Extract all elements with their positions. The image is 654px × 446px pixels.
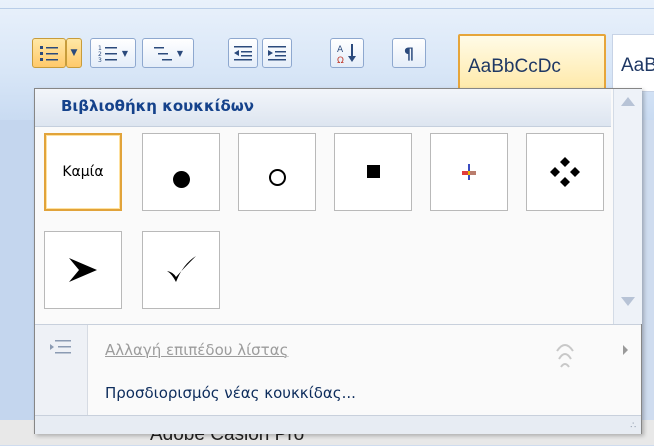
increase-indent-icon (268, 46, 286, 61)
menu-icon-column (35, 325, 88, 415)
bullets-button[interactable] (32, 38, 66, 68)
circle-bullet-icon (268, 168, 286, 186)
chevron-down-icon: ▼ (121, 48, 129, 58)
chevron-down-icon: ▼ (70, 48, 78, 58)
sort-button[interactable]: A Ω (330, 38, 364, 68)
bullet-none-label: Καμία (62, 164, 104, 180)
define-new-bullet-menu-item[interactable]: Προσδιορισμός νέας κουκκίδας... (105, 384, 356, 402)
style-preview-label: AaBbCcDc (468, 56, 561, 77)
bullet-option-square[interactable] (334, 133, 412, 211)
bullet-option-none[interactable]: Καμία (44, 133, 122, 211)
bullet-option-checkmark[interactable] (142, 231, 220, 309)
numbering-icon: 1 2 3 (98, 45, 117, 62)
multilevel-list-icon (153, 47, 172, 61)
resize-grip-icon[interactable]: ∴ (630, 421, 636, 431)
bullets-icon (40, 46, 58, 61)
change-list-level-menu-item[interactable]: Αλλαγή επιπέδου λίστας (105, 341, 288, 359)
style-normal[interactable]: AaBbCcDc (458, 34, 606, 92)
scroll-up-icon[interactable] (621, 97, 635, 106)
svg-text:3: 3 (98, 57, 102, 62)
pilcrow-icon: ¶ (403, 43, 415, 63)
submenu-arrow-icon (623, 345, 628, 355)
style-preview-label: AaB (621, 55, 654, 76)
resize-grip-bar[interactable]: ∴ (35, 415, 641, 434)
menu-separator (35, 324, 641, 325)
scroll-down-icon[interactable] (621, 297, 635, 306)
popup-title: Βιβλιοθήκη κουκκίδων (61, 97, 255, 115)
disc-bullet-icon (172, 170, 190, 188)
bullets-dropdown-button[interactable]: ▼ (66, 38, 82, 68)
gallery-scrollbar[interactable] (613, 89, 642, 324)
decrease-indent-button[interactable] (228, 38, 258, 68)
color-cross-bullet-icon (462, 164, 476, 180)
increase-indent-button[interactable] (262, 38, 292, 68)
bullet-library-popup: Βιβλιοθήκη κουκκίδων Καμία Αλλαγή επιπέδ… (34, 88, 642, 434)
bullet-option-color-cross[interactable] (430, 133, 508, 211)
bullet-option-diamond-cluster[interactable] (526, 133, 604, 211)
arrowhead-bullet-icon (69, 258, 97, 282)
svg-text:Ω: Ω (337, 56, 344, 64)
style-no-spacing[interactable]: AaB (612, 34, 654, 92)
diamond-cluster-bullet-icon (550, 157, 580, 187)
cursor-hand-icon (556, 344, 574, 368)
square-bullet-icon (366, 164, 380, 178)
show-formatting-marks-button[interactable]: ¶ (392, 38, 426, 68)
checkmark-bullet-icon (167, 256, 196, 282)
popup-header: Βιβλιοθήκη κουκκίδων (35, 89, 611, 127)
bullet-option-disc[interactable] (142, 133, 220, 211)
sort-icon: A Ω (337, 44, 356, 64)
define-new-bullet-label: Προσδιορισμός νέας κουκκίδας... (105, 384, 356, 402)
decrease-indent-icon (234, 46, 252, 61)
bullet-option-arrowhead[interactable] (44, 231, 122, 309)
numbering-button[interactable]: 1 2 3 ▼ (90, 38, 136, 68)
change-list-level-icon (50, 340, 71, 354)
change-list-level-label: Αλλαγή επιπέδου λίστας (105, 341, 289, 359)
multilevel-list-button[interactable]: ▼ (142, 38, 194, 68)
chevron-down-icon: ▼ (176, 48, 184, 58)
ribbon-divider (0, 8, 654, 9)
bullet-option-circle[interactable] (238, 133, 316, 211)
svg-text:A: A (337, 45, 344, 55)
